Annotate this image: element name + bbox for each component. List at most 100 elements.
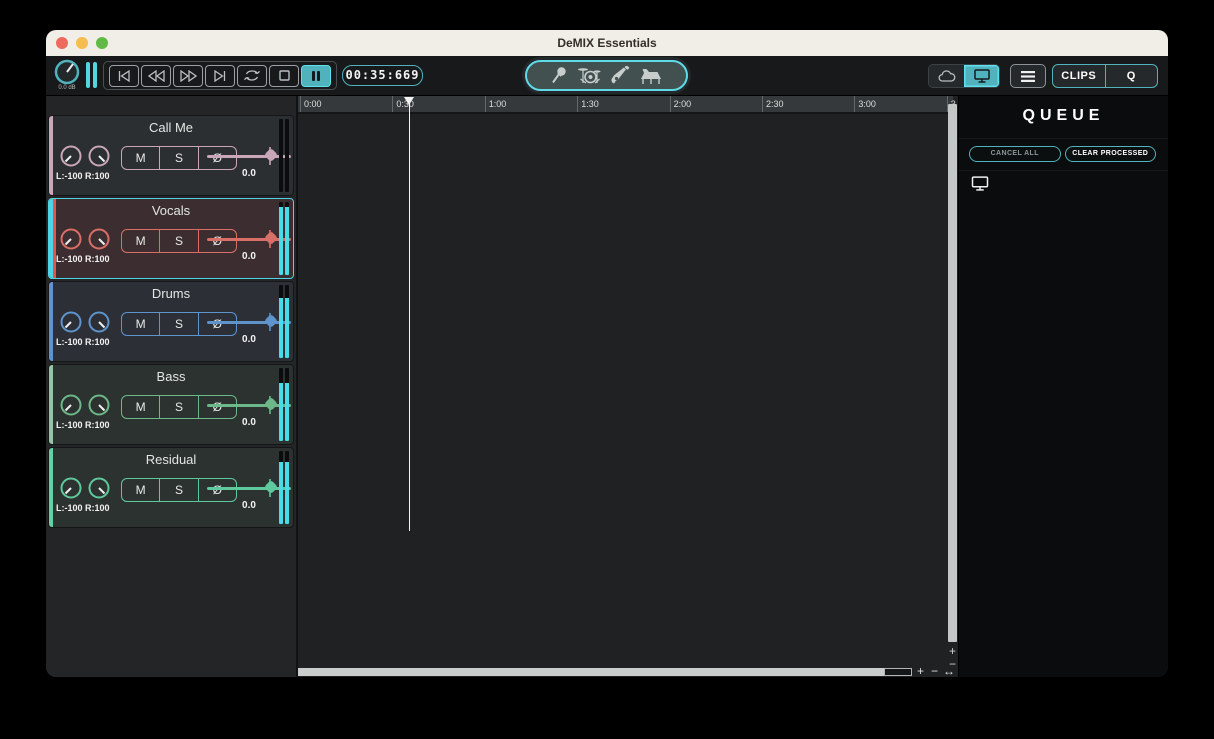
transport-controls: [103, 61, 337, 90]
cloud-icon: [938, 69, 955, 82]
horizontal-zoom-out-button[interactable]: −: [931, 664, 938, 677]
computer-device-icon: [971, 176, 989, 191]
track-header[interactable]: Drums L:-100 R:100 M S Ø 0.0: [48, 281, 294, 362]
volume-slider-handle[interactable]: [263, 230, 278, 246]
pan-left-knob[interactable]: [59, 476, 83, 500]
track-button-group: M S Ø: [121, 312, 237, 336]
track-headers-panel: Call Me L:-100 R:100 M S Ø 0.0 Vocals L:…: [46, 96, 296, 677]
master-db-label: 0.0 dB: [58, 85, 76, 91]
skip-to-end-button[interactable]: [205, 64, 235, 87]
mute-button[interactable]: M: [122, 313, 159, 335]
local-mode-button[interactable]: [964, 65, 999, 87]
pan-right-knob[interactable]: [87, 310, 111, 334]
cancel-all-button[interactable]: CANCEL ALL: [969, 146, 1061, 162]
volume-slider-handle[interactable]: [263, 147, 278, 163]
menu-button[interactable]: [1010, 64, 1046, 88]
close-window-button[interactable]: [56, 37, 68, 49]
track-title: Bass: [156, 369, 186, 384]
playhead-line: [408, 103, 410, 531]
track-header[interactable]: Call Me L:-100 R:100 M S Ø 0.0: [48, 115, 294, 196]
time-ruler[interactable]: 0:000:301:001:302:002:303:003: [298, 96, 956, 114]
microphone-icon[interactable]: [548, 66, 568, 85]
pan-right-knob[interactable]: [87, 393, 111, 417]
track-button-group: M S Ø: [121, 478, 237, 502]
phase-button[interactable]: Ø: [197, 396, 236, 418]
phase-button[interactable]: Ø: [197, 147, 236, 169]
pan-left-knob[interactable]: [59, 227, 83, 251]
clips-tab-button[interactable]: CLIPS: [1053, 65, 1105, 87]
master-level-meter: [86, 62, 98, 88]
track-title: Residual: [145, 452, 197, 467]
mute-button[interactable]: M: [122, 396, 159, 418]
timeline-panel: 0:000:301:001:302:002:303:003 + − + − ↔: [296, 96, 958, 677]
mute-button[interactable]: M: [122, 147, 159, 169]
skip-to-start-button[interactable]: [109, 64, 139, 87]
track-level-meter: [279, 119, 289, 192]
phase-button[interactable]: Ø: [197, 479, 236, 501]
track-header[interactable]: Bass L:-100 R:100 M S Ø 0.0: [48, 364, 294, 445]
vertical-scrollbar[interactable]: [948, 104, 957, 642]
solo-button[interactable]: S: [159, 147, 197, 169]
track-title: Drums: [151, 286, 191, 301]
track-title: Vocals: [151, 203, 191, 218]
track-level-meter: [279, 368, 289, 441]
minimize-window-button[interactable]: [76, 37, 88, 49]
horizontal-fit-button[interactable]: ↔: [943, 664, 955, 677]
time-display: 00:35:669: [342, 65, 423, 86]
queue-tab-button[interactable]: Q: [1104, 65, 1158, 87]
stop-button[interactable]: [269, 64, 299, 87]
piano-icon[interactable]: [639, 67, 665, 85]
track-button-group: M S Ø: [121, 146, 237, 170]
horizontal-scrollbar[interactable]: [298, 668, 884, 676]
horizontal-zoom-in-button[interactable]: +: [917, 664, 924, 677]
pan-left-knob[interactable]: [59, 393, 83, 417]
hamburger-menu-icon: [1021, 70, 1035, 82]
master-volume-knob[interactable]: [54, 59, 80, 85]
solo-button[interactable]: S: [159, 479, 197, 501]
rewind-button[interactable]: [141, 64, 171, 87]
output-mode-toggle: [928, 64, 1000, 88]
pan-left-knob[interactable]: [59, 310, 83, 334]
window-title: DeMIX Essentials: [557, 36, 657, 50]
toolbar: 0.0 dB 00:35:669 CLIPS Q: [46, 56, 1168, 96]
clips-queue-toggle: CLIPS Q: [1052, 64, 1158, 88]
titlebar: DeMIX Essentials: [46, 30, 1168, 56]
mute-button[interactable]: M: [122, 479, 159, 501]
phase-button[interactable]: Ø: [197, 230, 236, 252]
track-header[interactable]: Vocals L:-100 R:100 M S Ø 0.0: [48, 198, 294, 279]
solo-button[interactable]: S: [159, 313, 197, 335]
track-header[interactable]: Residual L:-100 R:100 M S Ø 0.0: [48, 447, 294, 528]
vertical-zoom-in-button[interactable]: +: [947, 645, 958, 657]
volume-value: 0.0: [242, 417, 256, 428]
solo-button[interactable]: S: [159, 396, 197, 418]
queue-title: QUEUE: [1022, 107, 1105, 124]
loop-button[interactable]: [237, 64, 267, 87]
pan-right-knob[interactable]: [87, 476, 111, 500]
mute-button[interactable]: M: [122, 230, 159, 252]
track-title: Call Me: [148, 120, 194, 135]
volume-slider-handle[interactable]: [263, 313, 278, 329]
app-window: DeMIX Essentials 0.0 dB 00:35:669 CLIPS …: [46, 30, 1168, 677]
guitar-icon[interactable]: [610, 66, 630, 85]
queue-panel: QUEUE CANCEL ALL CLEAR PROCESSED: [958, 96, 1168, 677]
volume-value: 0.0: [242, 168, 256, 179]
maximize-window-button[interactable]: [96, 37, 108, 49]
drum-kit-icon[interactable]: [577, 66, 601, 85]
clear-processed-button[interactable]: CLEAR PROCESSED: [1064, 146, 1156, 162]
cloud-mode-button[interactable]: [929, 65, 964, 87]
volume-slider-handle[interactable]: [263, 479, 278, 495]
horizontal-scroll-remainder[interactable]: [884, 668, 912, 676]
phase-button[interactable]: Ø: [197, 313, 236, 335]
fast-forward-button[interactable]: [173, 64, 203, 87]
solo-button[interactable]: S: [159, 230, 197, 252]
pan-left-knob[interactable]: [59, 144, 83, 168]
track-level-meter: [279, 202, 289, 275]
pan-right-knob[interactable]: [87, 144, 111, 168]
pan-range-label: L:-100 R:100: [56, 254, 110, 264]
pan-right-knob[interactable]: [87, 227, 111, 251]
pause-button[interactable]: [301, 64, 331, 87]
pan-range-label: L:-100 R:100: [56, 420, 110, 430]
track-level-meter: [279, 451, 289, 524]
volume-slider-handle[interactable]: [263, 396, 278, 412]
pan-range-label: L:-100 R:100: [56, 337, 110, 347]
